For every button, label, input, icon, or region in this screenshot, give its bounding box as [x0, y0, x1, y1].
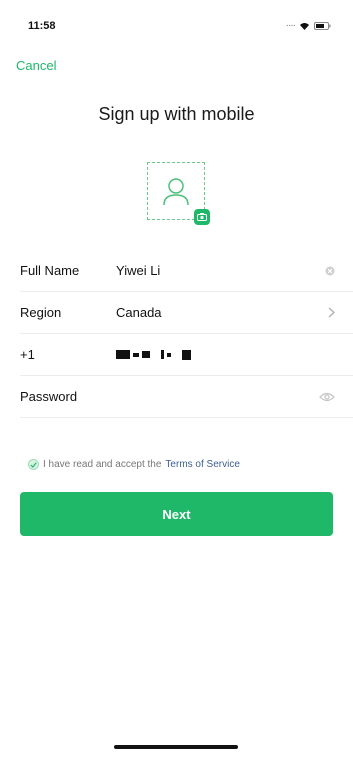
password-label: Password [20, 389, 78, 404]
status-time: 11:58 [28, 20, 56, 32]
terms-checkbox[interactable] [28, 459, 39, 470]
phone-row[interactable]: +1 [20, 334, 353, 376]
full-name-input[interactable]: Yiwei Li [116, 263, 353, 278]
phone-input-redacted[interactable] [116, 349, 353, 360]
avatar-picker[interactable] [147, 162, 210, 225]
clear-icon[interactable] [325, 263, 335, 279]
region-label: Region [20, 305, 62, 320]
home-indicator[interactable] [114, 745, 238, 749]
wifi-icon [299, 22, 310, 30]
region-value: Canada [116, 305, 162, 320]
next-button[interactable]: Next [20, 492, 333, 536]
region-row[interactable]: Region Canada [20, 292, 353, 334]
chevron-right-icon [328, 305, 336, 321]
signal-dots-icon: ···· [285, 20, 296, 31]
full-name-label: Full Name [20, 263, 80, 278]
page-title: Sign up with mobile [98, 104, 255, 124]
terms-agreement: I have read and accept the Terms of Serv… [28, 459, 240, 470]
checkmark-icon [30, 461, 37, 468]
battery-icon [314, 22, 331, 30]
signup-form: Full Name Yiwei Li Region Canada +1 Pass… [0, 250, 353, 418]
full-name-row[interactable]: Full Name Yiwei Li [20, 250, 353, 292]
status-bar: 11:58 ···· [0, 0, 353, 44]
country-code[interactable]: +1 [20, 347, 116, 362]
camera-icon [194, 209, 210, 225]
eye-icon[interactable] [319, 389, 335, 405]
password-row[interactable]: Password [20, 376, 353, 418]
signup-screen: 11:58 ···· Cancel Sign up with mobile Fu… [0, 0, 353, 760]
terms-text: I have read and accept the [43, 459, 162, 470]
cancel-button[interactable]: Cancel [16, 58, 56, 73]
status-icons: ···· [285, 20, 331, 31]
terms-of-service-link[interactable]: Terms of Service [165, 459, 239, 470]
